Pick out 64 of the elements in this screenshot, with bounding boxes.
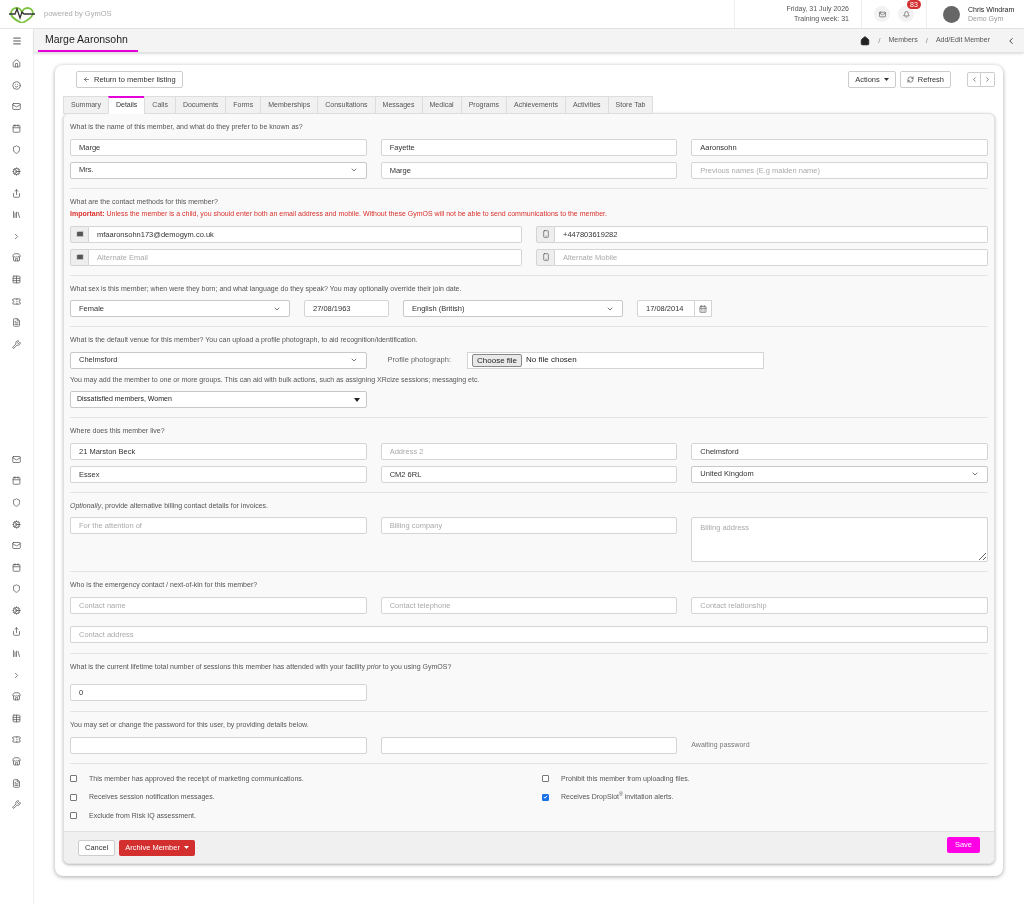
envelope-icon	[878, 10, 886, 18]
store-icon[interactable]	[12, 692, 21, 702]
file-field[interactable]: Choose file No file chosen	[467, 351, 764, 369]
store-icon[interactable]	[12, 757, 21, 767]
shield-icon[interactable]	[12, 584, 21, 594]
calendar-icon[interactable]	[12, 476, 21, 486]
table-icon[interactable]	[12, 713, 21, 723]
share-icon[interactable]	[12, 627, 21, 637]
share-icon[interactable]	[12, 188, 21, 198]
text-field[interactable]	[380, 736, 678, 754]
mobile-icon	[541, 253, 550, 261]
ticket-icon[interactable]	[12, 735, 21, 745]
page-title: Marge Aaronsohn	[38, 29, 138, 52]
mail-button[interactable]	[874, 6, 890, 22]
breadcrumb-separator: /	[925, 34, 928, 47]
heartbeat-logo-icon	[8, 5, 36, 23]
menu-icon	[11, 36, 22, 46]
document-icon[interactable]	[12, 778, 21, 788]
bell-icon	[902, 10, 910, 18]
breadcrumb-separator: /	[878, 34, 881, 47]
text-field[interactable]	[70, 736, 367, 754]
shield-icon[interactable]	[12, 497, 21, 507]
envelope-icon	[75, 253, 84, 261]
avatar	[943, 5, 960, 23]
document-icon[interactable]	[12, 318, 21, 328]
chevron-down-icon	[971, 470, 979, 478]
calendar-icon	[699, 304, 707, 313]
gears-icon[interactable]	[12, 605, 21, 615]
gears-icon[interactable]	[12, 166, 21, 176]
home-icon[interactable]	[860, 35, 871, 46]
shield-icon[interactable]	[12, 145, 21, 155]
wrench-icon[interactable]	[12, 339, 21, 349]
chevron-down-icon	[349, 166, 358, 174]
calendar-icon[interactable]	[12, 562, 21, 572]
refresh-icon	[906, 76, 914, 83]
face-icon[interactable]	[12, 80, 21, 90]
ticket-icon[interactable]	[12, 296, 21, 306]
mail-icon[interactable]	[12, 541, 21, 551]
chevron-right-icon	[984, 76, 991, 83]
checkbox[interactable]	[70, 812, 77, 820]
mail-icon[interactable]	[12, 454, 21, 464]
gears-icon[interactable]	[12, 519, 21, 529]
checkbox[interactable]	[542, 793, 549, 801]
caret-down-icon	[354, 397, 360, 402]
mail-icon[interactable]	[12, 102, 21, 112]
chevron-left-icon[interactable]	[1006, 35, 1016, 46]
arrow-left-icon	[83, 76, 90, 83]
mobile-icon	[541, 230, 550, 238]
calendar-button[interactable]	[695, 300, 712, 317]
calendar-icon[interactable]	[12, 123, 21, 133]
wrench-icon[interactable]	[12, 800, 21, 810]
store-icon[interactable]	[12, 253, 21, 263]
notifications-button[interactable]	[898, 6, 914, 22]
chevron-left-icon	[970, 76, 978, 83]
table-icon[interactable]	[12, 274, 21, 284]
books-icon[interactable]	[12, 649, 21, 659]
books-icon[interactable]	[12, 210, 21, 220]
caret-down-icon	[183, 846, 189, 849]
checkbox[interactable]	[542, 775, 549, 783]
caret-down-icon	[883, 78, 889, 81]
checkbox[interactable]	[70, 793, 77, 801]
checkbox[interactable]	[70, 775, 77, 783]
chevron-down-icon	[350, 356, 358, 364]
envelope-icon	[75, 230, 84, 238]
